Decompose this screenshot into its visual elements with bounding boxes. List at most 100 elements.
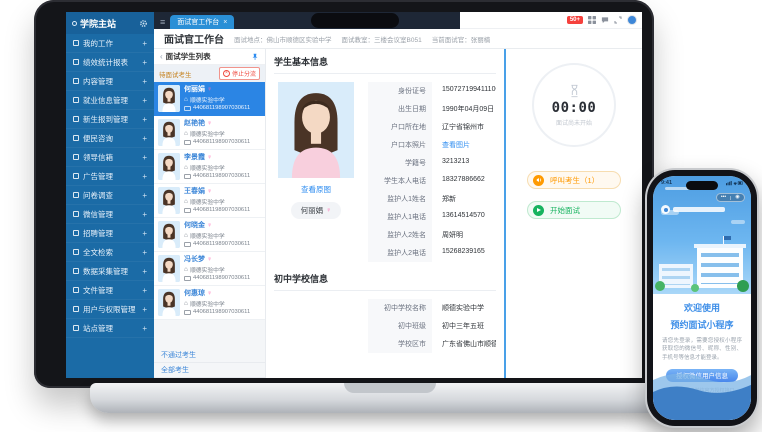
- sidebar-item-label: 我的工作: [83, 38, 113, 49]
- building-main: [697, 248, 743, 288]
- chat-icon[interactable]: [601, 16, 609, 24]
- expand-plus-icon[interactable]: +: [142, 134, 147, 143]
- menu-item-icon: [73, 249, 79, 255]
- field-value: 15268239165: [432, 244, 496, 262]
- student-card[interactable]: 李景霞 ♀ ⌂ 顺德实验中学: [154, 150, 265, 184]
- sidebar-item[interactable]: 我的工作 +: [66, 34, 154, 53]
- student-name-row: 何惠琼 ♀: [184, 289, 250, 298]
- hamburger-icon[interactable]: ≡: [160, 17, 165, 27]
- sidebar-item[interactable]: 全文检索 +: [66, 243, 154, 262]
- field-value: 18327886662: [432, 172, 496, 190]
- student-card[interactable]: 王春娟 ♀ ⌂ 顺德实验中学: [154, 184, 265, 218]
- call-student-button[interactable]: 呼叫考生（1）: [527, 171, 621, 189]
- close-icon[interactable]: ×: [223, 19, 227, 26]
- student-detail-panel: 学生基本信息: [266, 49, 504, 378]
- sidebar-item-label: 内容管理: [83, 76, 113, 87]
- sidebar-item[interactable]: 问卷调查 +: [66, 186, 154, 205]
- sidebar-item[interactable]: 微信管理 +: [66, 205, 154, 224]
- student-card[interactable]: 何晓金 ♀ ⌂ 顺德实验中学: [154, 218, 265, 252]
- pending-group-header: 待面试考生 × 停止分流: [154, 65, 265, 82]
- link-all-students[interactable]: 全部考生: [154, 363, 265, 378]
- student-id: 440681198907030611: [193, 173, 250, 179]
- expand-plus-icon[interactable]: +: [142, 267, 147, 276]
- laptop-base-notch: [344, 383, 436, 393]
- expand-plus-icon[interactable]: +: [142, 153, 147, 162]
- basic-fields: 身份证号 150727199411100538 出生日期 1990年04月09日…: [368, 82, 496, 262]
- student-card[interactable]: 何丽娟 ♀ ⌂ 顺德实验中学: [154, 82, 265, 116]
- sidebar-item[interactable]: 便民咨询 +: [66, 129, 154, 148]
- grid-apps-icon[interactable]: [588, 16, 596, 24]
- sidebar-item[interactable]: 就业信息管理 +: [66, 91, 154, 110]
- student-school-row: ⌂ 顺德实验中学: [184, 163, 250, 172]
- exit-target-icon[interactable]: ◉: [731, 194, 744, 201]
- sidebar-item[interactable]: 用户与权限管理 +: [66, 300, 154, 319]
- sidebar-item[interactable]: 新生报到管理 +: [66, 110, 154, 129]
- expand-plus-icon[interactable]: +: [142, 324, 147, 333]
- expand-plus-icon[interactable]: +: [142, 191, 147, 200]
- more-icon[interactable]: •••: [717, 194, 730, 201]
- student-name: 赵艳艳: [184, 119, 205, 128]
- student-photo: [158, 255, 180, 282]
- student-school: 顺德实验中学: [190, 265, 225, 274]
- field-label: 学校区市: [368, 335, 432, 353]
- student-photo: [158, 187, 180, 214]
- student-id-row: 440681198907030611: [184, 139, 250, 145]
- view-original-link[interactable]: 查看原图: [301, 184, 331, 195]
- student-card[interactable]: 赵艳艳 ♀ ⌂ 顺德实验中学: [154, 116, 265, 150]
- field-value: 辽宁省锦州市: [432, 118, 496, 136]
- expand-plus-icon[interactable]: +: [142, 39, 147, 48]
- sidebar-item[interactable]: 文件管理 +: [66, 281, 154, 300]
- stop-dispatch-button[interactable]: × 停止分流: [219, 67, 260, 80]
- field-label: 学生本人电话: [368, 172, 432, 190]
- student-card-info: 何丽娟 ♀ ⌂ 顺德实验中学: [184, 85, 250, 112]
- expand-plus-icon[interactable]: +: [142, 286, 147, 295]
- sidebar: 学院主站 我的工作 +: [66, 12, 154, 378]
- student-card[interactable]: 何惠琼 ♀ ⌂ 顺德实验中学: [154, 286, 265, 320]
- fullscreen-icon[interactable]: [614, 16, 622, 24]
- gear-icon[interactable]: [139, 19, 148, 28]
- sidebar-item[interactable]: 领导信箱 +: [66, 148, 154, 167]
- student-school: 顺德实验中学: [190, 95, 225, 104]
- user-avatar[interactable]: [627, 15, 637, 25]
- sidebar-item[interactable]: 招聘管理 +: [66, 224, 154, 243]
- expand-plus-icon[interactable]: +: [142, 210, 147, 219]
- expand-plus-icon[interactable]: +: [142, 248, 147, 257]
- female-icon: ♀: [207, 153, 212, 162]
- idcard-icon: [184, 276, 191, 281]
- student-card[interactable]: 冯长梦 ♀ ⌂ 顺德实验中学: [154, 252, 265, 286]
- phone-mockup: 9:41 ••• ◉: [645, 168, 759, 428]
- student-id: 440681198907030611: [193, 241, 250, 247]
- sidebar-item[interactable]: 广告管理 +: [66, 167, 154, 186]
- expand-plus-icon[interactable]: +: [142, 229, 147, 238]
- pin-icon[interactable]: [251, 53, 259, 61]
- welcome-line2: 预约面试小程序: [653, 318, 751, 331]
- student-name: 冯长梦: [184, 255, 205, 264]
- expand-plus-icon[interactable]: +: [142, 96, 147, 105]
- menu-item-icon: [73, 154, 79, 160]
- notification-badge[interactable]: 50+: [567, 16, 583, 24]
- miniprogram-capsule: ••• ◉: [716, 193, 745, 202]
- laptop-base: [90, 383, 690, 413]
- expand-plus-icon[interactable]: +: [142, 305, 147, 314]
- expand-plus-icon[interactable]: +: [142, 115, 147, 124]
- sidebar-item[interactable]: 绩效统计报表 +: [66, 53, 154, 72]
- school-icon: ⌂: [184, 199, 188, 205]
- bush: [655, 281, 665, 291]
- tab-interview-workbench[interactable]: 面试官工作台 ×: [170, 15, 234, 29]
- sidebar-item[interactable]: 数据采集管理 +: [66, 262, 154, 281]
- expand-plus-icon[interactable]: +: [142, 172, 147, 181]
- sidebar-item-label: 招聘管理: [83, 228, 113, 239]
- stop-dispatch-label: 停止分流: [232, 69, 256, 78]
- start-interview-button[interactable]: 开始面试: [527, 201, 621, 219]
- chevron-left-icon[interactable]: ‹: [160, 52, 163, 61]
- expand-plus-icon[interactable]: +: [142, 58, 147, 67]
- sidebar-item[interactable]: 站点管理 +: [66, 319, 154, 338]
- hourglass-icon: [569, 84, 580, 98]
- sidebar-item-label: 便民咨询: [83, 133, 113, 144]
- sidebar-item[interactable]: 内容管理 +: [66, 72, 154, 91]
- student-school: 顺德实验中学: [190, 163, 225, 172]
- expand-plus-icon[interactable]: +: [142, 77, 147, 86]
- link-rejected-students[interactable]: 不通过考生: [154, 348, 265, 363]
- content-area: ‹ 面试学生列表 待面试考生 × 停止分流: [154, 49, 642, 378]
- female-icon: ♀: [207, 255, 212, 264]
